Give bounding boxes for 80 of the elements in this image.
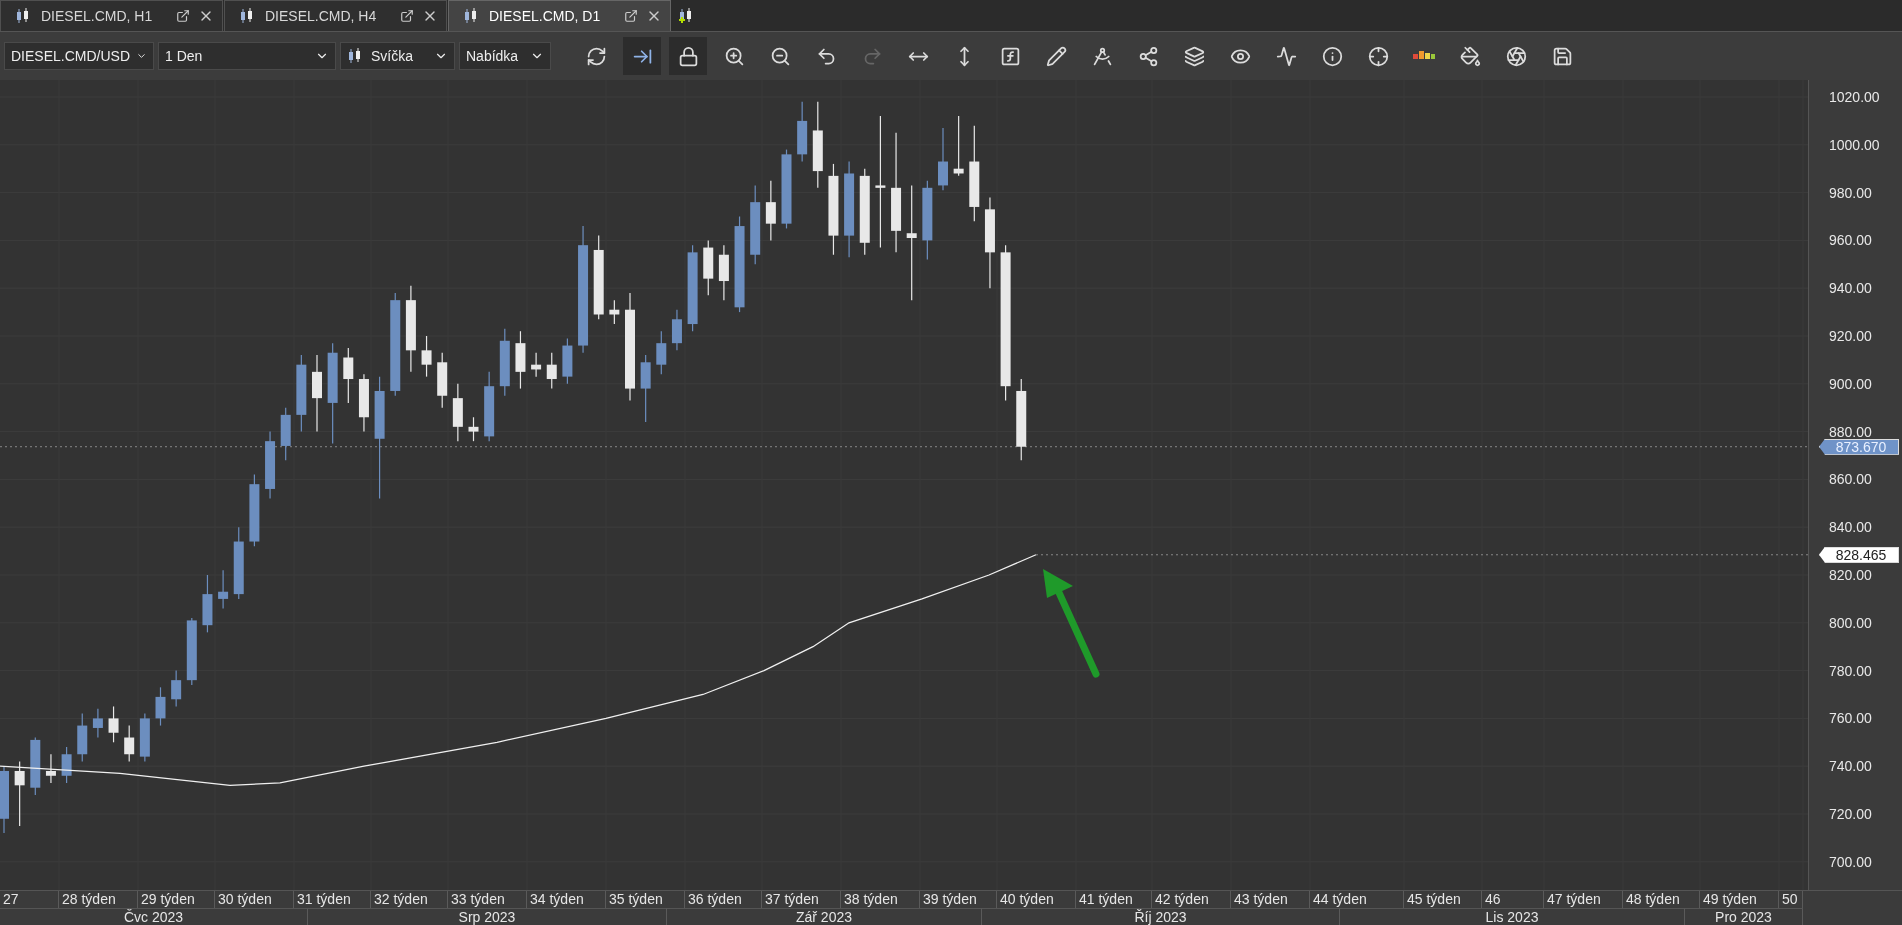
chart-tab[interactable]: DIESEL.CMD, D1 — [448, 0, 671, 31]
week-label: 39 týden — [920, 891, 997, 908]
zoom-in-icon — [723, 45, 745, 67]
price-label: 700.00 — [1829, 853, 1872, 870]
tab-label: DIESEL.CMD, D1 — [489, 8, 602, 24]
nodes-icon — [1137, 45, 1159, 67]
info-icon — [1321, 45, 1343, 67]
price-badge: 828.465 — [1819, 546, 1899, 563]
dropdown[interactable]: Svíčka — [340, 42, 455, 70]
layers-icon — [1183, 45, 1205, 67]
dropdown[interactable]: 1 Den — [158, 42, 336, 70]
week-label: 33 týden — [448, 891, 527, 908]
price-label: 840.00 — [1829, 519, 1872, 536]
week-label: 47 týden — [1544, 891, 1623, 908]
price-label: 1020.00 — [1829, 89, 1880, 105]
price-label: 800.00 — [1829, 614, 1872, 631]
popout-icon[interactable] — [176, 9, 190, 23]
price-label: 860.00 — [1829, 471, 1872, 488]
week-label: 31 týden — [294, 891, 371, 908]
function-icon — [999, 45, 1021, 67]
price-label: 760.00 — [1829, 710, 1872, 727]
week-label: 49 týden — [1700, 891, 1779, 908]
price-label: 880.00 — [1829, 423, 1872, 440]
week-label: 45 týden — [1404, 891, 1482, 908]
price-label: 740.00 — [1829, 758, 1872, 775]
month-label: Zář 2023 — [667, 908, 982, 925]
tab-label: DIESEL.CMD, H4 — [265, 8, 378, 24]
week-label: 50 — [1779, 891, 1803, 908]
week-label: 41 týden — [1076, 891, 1152, 908]
compass-icon — [1091, 45, 1113, 67]
month-label: Pro 2023 — [1685, 908, 1803, 925]
dropdown[interactable]: DIESEL.CMD/USD — [4, 42, 154, 70]
week-label: 46 — [1482, 891, 1544, 908]
price-label: 1000.00 — [1829, 136, 1880, 153]
chart-tab[interactable]: DIESEL.CMD, H4 — [224, 0, 447, 31]
week-label: 37 týden — [762, 891, 841, 908]
week-label: 40 týden — [997, 891, 1076, 908]
price-badge: 873.670 — [1819, 438, 1899, 455]
week-label: 42 týden — [1152, 891, 1231, 908]
week-label: 48 týden — [1623, 891, 1700, 908]
week-label: 30 týden — [215, 891, 294, 908]
aperture-icon — [1505, 45, 1527, 67]
week-label: 36 týden — [685, 891, 762, 908]
month-label: Lis 2023 — [1340, 908, 1685, 925]
lock-icon — [677, 45, 699, 67]
crosshair-icon — [1367, 45, 1389, 67]
month-label: Srp 2023 — [308, 908, 667, 925]
zoom-out-icon — [769, 45, 791, 67]
price-label: 980.00 — [1829, 184, 1872, 201]
dropdown[interactable]: Nabídka — [459, 42, 551, 70]
week-label: 34 týden — [527, 891, 606, 908]
popout-icon[interactable] — [400, 9, 414, 23]
paint-bucket-icon — [1459, 45, 1481, 67]
wave-icon — [1275, 45, 1297, 67]
popout-icon[interactable] — [624, 9, 638, 23]
week-label: 38 týden — [841, 891, 920, 908]
week-label: 35 týden — [606, 891, 685, 908]
week-label: 44 týden — [1310, 891, 1404, 908]
refresh-icon — [585, 45, 607, 67]
price-label: 900.00 — [1829, 375, 1872, 392]
save-icon — [1551, 45, 1573, 67]
week-label: 43 týden — [1231, 891, 1310, 908]
tab-label: DIESEL.CMD, H1 — [41, 8, 154, 24]
week-label: 28 týden — [59, 891, 138, 908]
arrow-to-line-button[interactable] — [623, 37, 661, 75]
pencil-icon — [1045, 45, 1067, 67]
price-label: 720.00 — [1829, 806, 1872, 822]
chart-tab[interactable]: DIESEL.CMD, H1 — [0, 0, 223, 31]
price-label: 820.00 — [1829, 567, 1872, 583]
week-label: 32 týden — [371, 891, 448, 908]
month-label: Říj 2023 — [982, 908, 1340, 925]
week-label: 27 — [0, 891, 59, 908]
price-label: 920.00 — [1829, 328, 1872, 344]
price-label: 780.00 — [1829, 662, 1872, 679]
week-label: 29 týden — [138, 891, 215, 908]
price-label: 940.00 — [1829, 280, 1872, 297]
lock-button[interactable] — [669, 37, 707, 75]
price-label: 960.00 — [1829, 232, 1872, 249]
color-bars-icon — [1413, 51, 1435, 61]
month-label: Čvc 2023 — [0, 908, 308, 925]
